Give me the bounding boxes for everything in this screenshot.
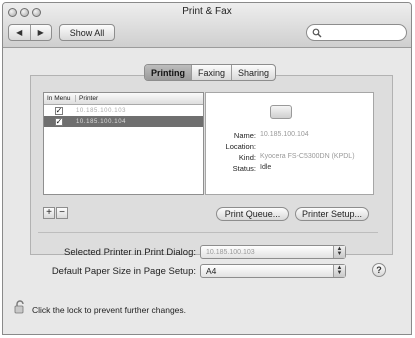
printer-row[interactable]: ✓ 10.185.100.103 bbox=[44, 105, 203, 116]
print-queue-label: Print Queue... bbox=[224, 209, 281, 219]
tab-bar: Printing Faxing Sharing bbox=[144, 64, 277, 81]
back-button[interactable]: ◀ bbox=[9, 25, 30, 40]
status-value: Idle bbox=[260, 164, 272, 171]
printer-name: 10.185.100.104 bbox=[76, 118, 127, 125]
popup-arrows-icon: ▲ ▼ bbox=[333, 265, 345, 277]
lock-icon[interactable] bbox=[14, 300, 26, 314]
navigation-buttons: ◀ ▶ bbox=[8, 24, 52, 41]
selected-printer-value: 10.185.100.103 bbox=[206, 248, 255, 256]
in-menu-checkbox[interactable]: ✓ bbox=[55, 116, 63, 126]
chevron-right-icon: ▶ bbox=[37, 28, 44, 37]
kind-label: Kind: bbox=[238, 153, 256, 162]
name-value: 10.185.100.104 bbox=[260, 131, 309, 138]
column-header-in-menu[interactable]: In Menu bbox=[44, 95, 76, 102]
selected-printer-popup[interactable]: 10.185.100.103 ▲ ▼ bbox=[200, 245, 346, 259]
print-queue-button[interactable]: Print Queue... bbox=[216, 207, 289, 221]
title-bar: Print & Fax ◀ ▶ Show All bbox=[3, 3, 411, 48]
printer-icon bbox=[270, 105, 292, 119]
paper-size-value: A4 bbox=[206, 266, 217, 276]
popup-arrows-icon: ▲ ▼ bbox=[333, 246, 345, 258]
in-menu-checkbox[interactable]: ✓ bbox=[55, 105, 63, 115]
chevron-left-icon: ◀ bbox=[16, 28, 23, 37]
paper-size-label: Default Paper Size in Page Setup: bbox=[51, 266, 196, 277]
name-label: Name: bbox=[233, 131, 256, 140]
selected-printer-label: Selected Printer in Print Dialog: bbox=[63, 247, 196, 258]
printer-row-selected[interactable]: ✓ 10.185.100.104 bbox=[44, 116, 203, 127]
checkmark-icon: ✓ bbox=[55, 116, 63, 126]
printer-setup-label: Printer Setup... bbox=[301, 209, 363, 219]
kind-value: Kyocera FS-C5300DN (KPDL) bbox=[260, 153, 355, 160]
add-printer-button[interactable]: + bbox=[43, 207, 55, 219]
help-button[interactable]: ? bbox=[372, 263, 386, 277]
tab-faxing[interactable]: Faxing bbox=[191, 65, 231, 80]
window-title: Print & Fax bbox=[182, 6, 232, 17]
search-field[interactable] bbox=[306, 24, 407, 41]
forward-button[interactable]: ▶ bbox=[29, 25, 52, 40]
printer-list: In Menu Printer ✓ 10.185.100.103 ✓ 10.18… bbox=[43, 92, 204, 195]
show-all-label: Show All bbox=[69, 27, 105, 38]
show-all-button[interactable]: Show All bbox=[59, 24, 115, 41]
printer-setup-button[interactable]: Printer Setup... bbox=[295, 207, 369, 221]
status-label: Status: bbox=[232, 164, 256, 173]
tab-printing[interactable]: Printing bbox=[145, 65, 191, 80]
lock-message: Click the lock to prevent further change… bbox=[32, 305, 187, 315]
printer-name: 10.185.100.103 bbox=[76, 107, 127, 114]
printer-list-header: In Menu Printer bbox=[44, 93, 203, 105]
paper-size-popup[interactable]: A4 ▲ ▼ bbox=[200, 264, 346, 278]
separator bbox=[38, 232, 378, 233]
checkmark-icon: ✓ bbox=[55, 105, 63, 115]
tab-sharing[interactable]: Sharing bbox=[231, 65, 275, 80]
location-label: Location: bbox=[225, 142, 256, 151]
column-header-printer[interactable]: Printer bbox=[76, 95, 98, 102]
remove-printer-button[interactable]: − bbox=[56, 207, 68, 219]
search-icon bbox=[312, 28, 322, 38]
